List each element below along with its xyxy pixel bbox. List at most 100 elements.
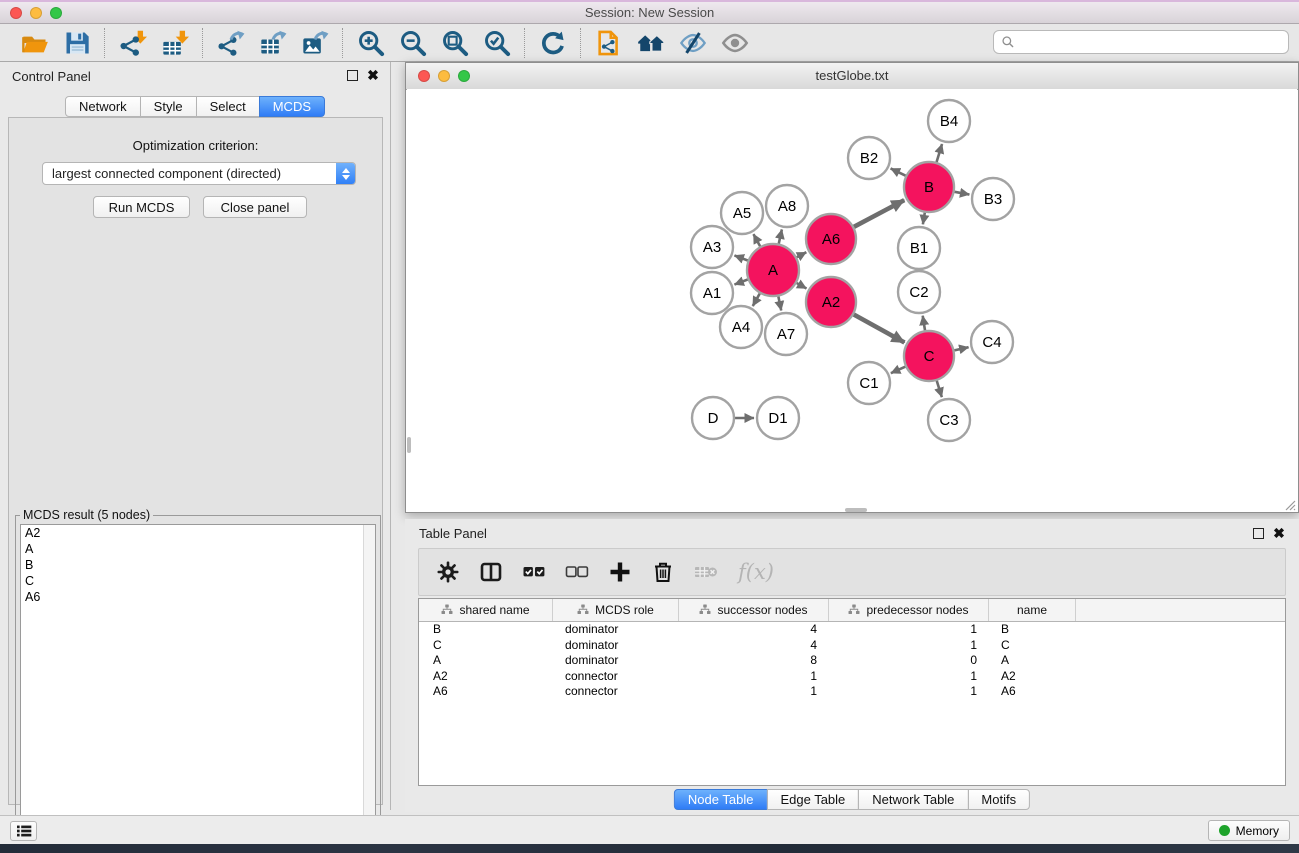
graph-edge-C-C3[interactable] (937, 381, 942, 397)
run-mcds-button[interactable]: Run MCDS (93, 196, 190, 218)
close-panel-icon[interactable]: ✖ (366, 67, 380, 83)
graph-node-A1[interactable]: A1 (691, 272, 733, 314)
graph-node-D[interactable]: D (692, 397, 734, 439)
mcds-result-item[interactable]: C (21, 573, 375, 589)
graph-edge-A-A6[interactable] (797, 252, 806, 257)
graph-node-A3[interactable]: A3 (691, 226, 733, 268)
graph-node-B3[interactable]: B3 (972, 178, 1014, 220)
graph-node-C4[interactable]: C4 (971, 321, 1013, 363)
tab-select[interactable]: Select (196, 96, 260, 117)
export-table-button[interactable] (256, 27, 290, 59)
mcds-result-item[interactable]: B (21, 557, 375, 573)
column-header-MCDS-role[interactable]: MCDS role (553, 599, 679, 621)
table-close-panel-icon[interactable]: ✖ (1272, 525, 1286, 541)
graph-node-A5[interactable]: A5 (721, 192, 763, 234)
graph-edge-A-A4[interactable] (753, 294, 760, 307)
graph-edge-A-A1[interactable] (734, 280, 747, 285)
graph-node-D1[interactable]: D1 (757, 397, 799, 439)
mcds-result-item[interactable]: A2 (21, 525, 375, 541)
import-table-button[interactable] (158, 27, 192, 59)
task-history-button[interactable] (10, 821, 37, 841)
tab-motifs[interactable]: Motifs (967, 789, 1030, 810)
close-panel-button[interactable]: Close panel (203, 196, 307, 218)
zoom-in-button[interactable] (354, 27, 388, 59)
graph-node-B[interactable]: B (904, 162, 954, 212)
graph-edge-A-A3[interactable] (734, 255, 747, 260)
resize-grip-icon[interactable] (1282, 497, 1296, 511)
export-network-button[interactable] (214, 27, 248, 59)
graph-edge-A-A2[interactable] (797, 283, 807, 288)
table-row[interactable]: Adominator80A (419, 653, 1285, 669)
graph-node-C3[interactable]: C3 (928, 399, 970, 441)
graph-edge-B-B4[interactable] (937, 144, 942, 162)
table-row[interactable]: A6connector11A6 (419, 684, 1285, 700)
graph-edge-A6-B[interactable] (854, 200, 904, 227)
graph-node-C1[interactable]: C1 (848, 362, 890, 404)
open-session-button[interactable] (18, 27, 52, 59)
zoom-out-button[interactable] (396, 27, 430, 59)
graph-node-A6[interactable]: A6 (806, 214, 856, 264)
cybrowser-button[interactable] (634, 27, 668, 59)
network-window-titlebar[interactable]: testGlobe.txt (406, 63, 1298, 90)
mcds-list-scrollbar[interactable] (363, 525, 375, 842)
export-image-button[interactable] (298, 27, 332, 59)
deselect-all-rows-button[interactable] (562, 557, 592, 587)
table-row[interactable]: A2connector11A2 (419, 669, 1285, 685)
tab-edge-table[interactable]: Edge Table (766, 789, 859, 810)
search-input[interactable] (1019, 31, 1288, 53)
tab-network[interactable]: Network (65, 96, 141, 117)
hide-graphics-details-button[interactable] (676, 27, 710, 59)
graph-node-A2[interactable]: A2 (806, 277, 856, 327)
mcds-result-item[interactable]: A6 (21, 589, 375, 605)
graph-node-A7[interactable]: A7 (765, 313, 807, 355)
network-vertical-scrollbar[interactable] (407, 437, 411, 453)
tab-network-table[interactable]: Network Table (858, 789, 968, 810)
graph-node-A4[interactable]: A4 (720, 306, 762, 348)
graph-node-A8[interactable]: A8 (766, 185, 808, 227)
refresh-network-button[interactable] (536, 27, 570, 59)
select-all-rows-button[interactable] (519, 557, 549, 587)
graph-node-B2[interactable]: B2 (848, 137, 890, 179)
column-header-predecessor-nodes[interactable]: predecessor nodes (829, 599, 989, 621)
split-view-button[interactable] (476, 557, 506, 587)
import-network-button[interactable] (116, 27, 150, 59)
zoom-selected-button[interactable] (480, 27, 514, 59)
save-session-button[interactable] (60, 27, 94, 59)
graph-edge-B-B1[interactable] (923, 213, 925, 225)
tab-node-table[interactable]: Node Table (674, 789, 768, 810)
float-panel-icon[interactable] (347, 70, 358, 81)
graph-node-A[interactable]: A (747, 244, 799, 296)
graph-edge-B-B3[interactable] (955, 192, 970, 195)
network-horizontal-scrollbar[interactable] (845, 508, 867, 512)
graph-edge-B-B2[interactable] (891, 168, 906, 175)
new-network-from-file-button[interactable] (592, 27, 626, 59)
column-header-name[interactable]: name (989, 599, 1076, 621)
graph-edge-C-C2[interactable] (923, 316, 925, 331)
add-column-button[interactable] (605, 557, 635, 587)
graph-node-C2[interactable]: C2 (898, 271, 940, 313)
search-field[interactable] (993, 30, 1289, 54)
network-canvas[interactable]: B4 B2 B B3 A5A8A6 A3 B1 A A1 C2 A2 A4A7 C4 C C1 D D1 C3 (407, 89, 1297, 512)
table-float-panel-icon[interactable] (1253, 528, 1264, 539)
tab-mcds[interactable]: MCDS (259, 96, 325, 117)
graph-node-B4[interactable]: B4 (928, 100, 970, 142)
delete-column-button[interactable] (648, 557, 678, 587)
zoom-fit-button[interactable] (438, 27, 472, 59)
graph-edge-A-A5[interactable] (753, 234, 760, 246)
tab-style[interactable]: Style (140, 96, 197, 117)
optimization-criterion-select[interactable]: largest connected component (directed) (42, 162, 356, 185)
graph-edge-A-A7[interactable] (778, 296, 781, 310)
table-settings-button[interactable] (433, 557, 463, 587)
show-graphics-details-button[interactable] (718, 27, 752, 59)
table-row[interactable]: Cdominator41C (419, 638, 1285, 654)
graph-node-C[interactable]: C (904, 331, 954, 381)
column-header-successor-nodes[interactable]: successor nodes (679, 599, 829, 621)
graph-node-B1[interactable]: B1 (898, 227, 940, 269)
memory-button[interactable]: Memory (1208, 820, 1290, 841)
column-header-shared-name[interactable]: shared name (419, 599, 553, 621)
graph-edge-A2-C[interactable] (854, 315, 905, 343)
graph-edge-C-C4[interactable] (954, 347, 968, 350)
graph-edge-C-C1[interactable] (891, 367, 905, 373)
table-row[interactable]: Bdominator41B (419, 622, 1285, 638)
graph-edge-A-A8[interactable] (779, 229, 782, 243)
